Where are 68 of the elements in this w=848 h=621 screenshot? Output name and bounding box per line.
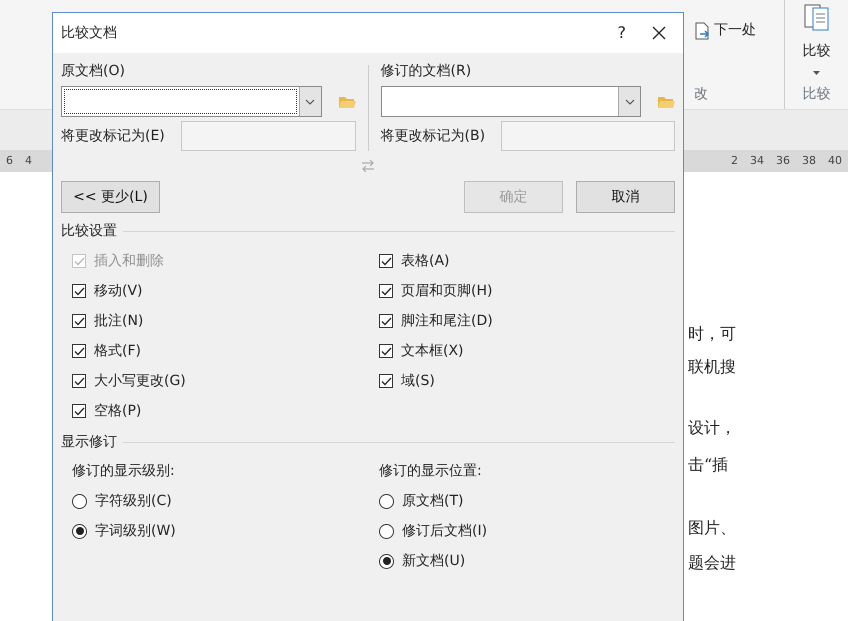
- help-button[interactable]: ?: [616, 20, 627, 46]
- close-button[interactable]: [651, 25, 667, 41]
- checkbox[interactable]: [72, 404, 86, 418]
- checkbox[interactable]: [379, 254, 393, 268]
- radio-label: 字符级别(C): [95, 492, 172, 510]
- document-text: 联机搜: [688, 356, 737, 378]
- chevron-icon: [305, 98, 316, 104]
- radio-label: 字词级别(W): [95, 522, 176, 540]
- checkbox[interactable]: [379, 314, 393, 328]
- radio-button[interactable]: [379, 524, 394, 538]
- checkbox[interactable]: [72, 284, 86, 298]
- document-text: 设计，: [688, 417, 737, 439]
- dialog-button[interactable]: << 更少(L): [61, 181, 160, 213]
- checkbox[interactable]: [72, 344, 86, 358]
- radio-button[interactable]: [379, 494, 394, 508]
- group-label: 改: [694, 86, 708, 102]
- field-label: 将更改标记为(B): [380, 126, 486, 146]
- radio-label: 新文档(U): [402, 552, 466, 570]
- radio-button[interactable]: [72, 494, 87, 508]
- checkbox-label: 大小写更改(G): [94, 372, 186, 390]
- document-text: 时，可: [688, 323, 737, 345]
- field-label: 原文档(O): [61, 62, 126, 81]
- section-title: 比较设置: [61, 222, 117, 241]
- document-text: 图片、: [688, 517, 737, 539]
- document-arrow-icon: [694, 22, 710, 40]
- group-label: 修订的显示级别:: [72, 462, 176, 481]
- radio-label: 修订后文档(I): [402, 522, 488, 540]
- checkbox[interactable]: [379, 284, 393, 298]
- dropdown-field[interactable]: [61, 86, 322, 117]
- dropdown-field[interactable]: [380, 86, 642, 117]
- checkbox-label: 表格(A): [401, 252, 450, 270]
- ruler-number: 2: [730, 154, 739, 167]
- chevron-icon: [624, 98, 635, 104]
- document-text: 题会进: [688, 552, 737, 574]
- next-change-button[interactable]: 下一处: [714, 20, 756, 41]
- ruler-number: 6: [5, 154, 14, 167]
- checkbox-label: 移动(V): [94, 282, 143, 300]
- checkbox[interactable]: [379, 344, 393, 358]
- compare-icon[interactable]: [802, 4, 832, 32]
- radio-button[interactable]: [72, 524, 87, 538]
- group-label: 比较: [802, 85, 830, 104]
- checkbox-label: 文本框(X): [401, 342, 464, 360]
- checkbox-label: 脚注和尾注(D): [401, 312, 493, 330]
- field-label: 修订的文档(R): [380, 62, 472, 81]
- ruler-number: 34: [749, 154, 765, 167]
- checkbox-label: 页眉和页脚(H): [401, 282, 492, 300]
- section-title: 显示修订: [61, 433, 117, 452]
- checkbox[interactable]: [72, 374, 86, 388]
- checkbox[interactable]: [72, 314, 86, 328]
- window-title: 比较文档: [61, 24, 118, 42]
- checkbox[interactable]: [379, 374, 393, 388]
- checkbox-label: 格式(F): [94, 342, 141, 360]
- document-text: 击“插: [688, 454, 730, 476]
- ruler-number: 38: [801, 154, 817, 167]
- compare-button[interactable]: 比较: [802, 41, 830, 62]
- group-label: 修订的显示位置:: [379, 462, 483, 481]
- ruler-number: 40: [827, 154, 843, 167]
- radio-label: 原文档(T): [402, 492, 464, 510]
- checkbox-label: 空格(P): [94, 402, 142, 420]
- checkbox-label: 批注(N): [94, 312, 144, 330]
- checkbox-label: 域(S): [401, 372, 435, 390]
- radio-button[interactable]: [379, 554, 394, 568]
- checkbox-label: 插入和删除: [94, 252, 164, 270]
- ruler-number: 4: [24, 154, 33, 167]
- ruler-number: 36: [775, 154, 791, 167]
- dialog-button[interactable]: 取消: [576, 181, 675, 213]
- caret-icon: [813, 71, 820, 75]
- field-label: 将更改标记为(E): [61, 126, 166, 146]
